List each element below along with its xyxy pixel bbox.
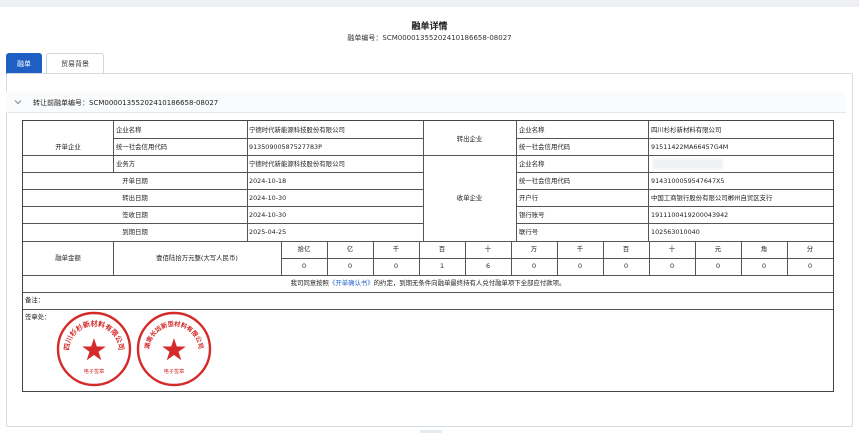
stamp-2-caption: 电子签章 [164,367,185,375]
stamp-seal-1: 四川杉杉新材料有限公司 电子签章 [56,311,132,387]
issue-date: 2024-10-18 [249,177,287,185]
amount-digit: 0 [807,262,813,270]
receiver-interbank-label: 联行号 [519,228,539,236]
transferor-credit-code-label: 统一社会信用代码 [519,143,571,151]
amount-digit: 0 [761,262,767,270]
collapse-label: 转让前融单编号：SCM00001355202410186658-08027 [33,99,219,107]
business-party-label: 业务方 [116,160,136,168]
page-subtitle: 融单编号：SCM0000135520241018665​8-08027 [0,33,859,43]
amount-digit: 0 [301,262,307,270]
amount-unit: 角 [760,245,768,253]
amount-digit: 0 [577,262,583,270]
receiver-company-name-label: 企业名称 [519,160,545,168]
stamp-seal-2: 湖南长远新型材料有限公司 电子签章 [136,311,212,387]
receiver-account-label: 银行账号 [519,211,545,219]
redacted-company-name [653,159,723,169]
stamp-1-caption: 电子签章 [84,367,105,375]
amount-unit: 拾亿 [297,245,311,253]
signature-label: 签章处： [25,313,51,321]
receiver-account: 1911100419200043942 [651,211,729,219]
amount-label: 融单金额 [55,254,81,262]
amount-digit: 1 [439,262,445,270]
issuer-credit-code: 91350900587527783P [249,143,322,151]
amount-digit: 6 [485,262,491,270]
page-title: 融单详情 [411,22,448,32]
amount-unit: 元 [714,245,722,253]
agreement-text: 我司同意按照《开单确认书》的约定，到期无条件向融单最终持有人兑付融单项下全部应付… [23,279,833,287]
transfer-date-label: 转出日期 [122,194,148,202]
amount-unit: 千 [392,245,400,253]
agreement-prefix: 我司同意按照 [290,279,329,287]
amount-digit: 0 [393,262,399,270]
tab-rongdan[interactable]: 融单 [6,53,42,74]
issue-date-label: 开单日期 [122,177,148,185]
receiver-bank: 中国工商银行股份有限公司郴州自贸区支行 [651,194,773,202]
amount-unit: 百 [438,245,446,253]
chevron-down-icon[interactable] [14,98,22,106]
issuer-company-name-label: 企业名称 [116,126,142,134]
receiver-bank-label: 开户行 [519,194,539,202]
amount-unit: 亿 [346,245,354,253]
receiver-credit-code-label: 统一社会信用代码 [519,177,571,185]
transferor-group-label: 转出企业 [456,135,483,143]
transfer-date: 2024-10-30 [249,194,287,202]
transferor-credit-code: 91511422MA66457G4M [651,143,729,151]
amount-unit: 十 [484,245,492,253]
agreement-suffix: 的约定，到期无条件向融单最终持有人兑付融单项下全部应付款项。 [373,279,566,287]
receiver-credit-code: 91431000595476​47X5 [651,177,725,185]
issuer-credit-code-label: 统一社会信用代码 [116,143,168,151]
amount-digit: 0 [669,262,675,270]
issuer-company-name: 宁德时代新能源科技股份有限公司 [249,126,345,134]
remark-label: 备注： [25,296,45,304]
amount-unit: 千 [576,245,584,253]
amount-unit: 分 [806,245,814,253]
tab-trade-background[interactable]: 贸易背景 [46,53,104,74]
confirmation-link[interactable]: 《开单确认书》 [329,279,374,287]
sign-date-label: 签收日期 [122,211,148,219]
bottom-handle [420,430,442,433]
due-date-label: 到期日期 [122,228,148,236]
sign-date: 2024-10-30 [249,211,287,219]
receiver-group-label: 收单企业 [456,194,483,202]
amount-digit: 0 [347,262,353,270]
subtitle-value: SCM0000135520241018665​8-08027 [382,34,512,42]
amount-unit: 万 [530,245,538,253]
amount-digit: 0 [715,262,721,270]
transferor-company-name-label: 企业名称 [519,126,545,134]
rongdan-form: 开单企业 企业名称 宁德时代新能源科技股份有限公司 统一社会信用代码 91350… [22,120,834,392]
amount-text: 壹佰陆拾万元整(大写人民币) [156,254,238,262]
business-party: 宁德时代新能源科技股份有限公司 [249,160,345,168]
amount-unit: 百 [622,245,630,253]
amount-digit: 0 [531,262,537,270]
transferor-company-name: 四川杉杉新材料有限公司 [651,126,722,134]
subtitle-label: 融单编号： [347,34,383,42]
due-date: 2025-04-25 [249,228,287,236]
top-bar [0,0,859,7]
amount-unit: 十 [668,245,676,253]
receiver-interbank: 102563010040 [651,228,700,236]
amount-digit: 0 [623,262,629,270]
issuer-group-label: 开单企业 [55,143,81,151]
